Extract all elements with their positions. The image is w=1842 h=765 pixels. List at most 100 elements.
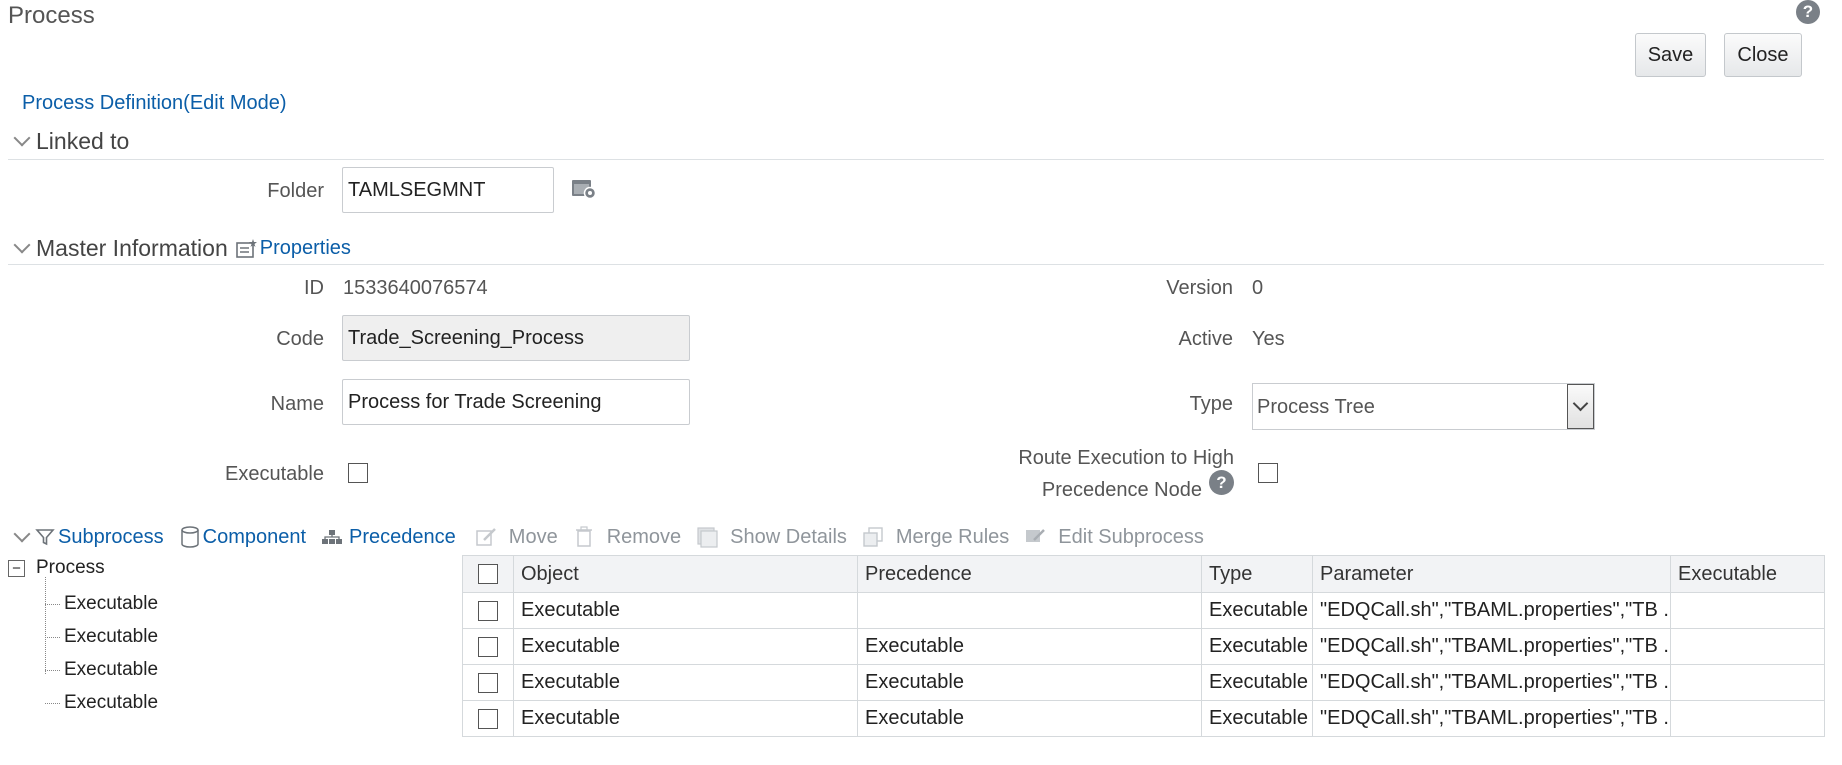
column-header-object[interactable]: Object xyxy=(513,555,858,593)
cell-executable xyxy=(1670,700,1825,737)
details-icon xyxy=(696,526,718,548)
page-title: Process xyxy=(8,2,95,29)
type-select-value: Process Tree xyxy=(1257,396,1375,418)
subprocess-table: Object Precedence Type Parameter Executa… xyxy=(462,555,1825,737)
cell-executable xyxy=(1670,592,1825,629)
code-field: Trade_Screening_Process xyxy=(342,315,690,361)
folder-browse-icon[interactable] xyxy=(571,177,597,206)
code-label: Code xyxy=(276,328,324,350)
id-value: 1533640076574 xyxy=(343,277,488,299)
component-icon xyxy=(179,526,201,548)
edit-subprocess-button[interactable]: Edit Subprocess xyxy=(1024,526,1204,549)
column-header-type[interactable]: Type xyxy=(1201,555,1313,593)
cell-type: Executable xyxy=(1201,628,1313,665)
cell-parameter: "EDQCall.sh","TBAML.properties","TB ... xyxy=(1312,628,1671,665)
table-row[interactable]: Executable Executable Executable "EDQCal… xyxy=(462,628,1825,665)
edit-subprocess-label: Edit Subprocess xyxy=(1058,525,1204,548)
tree-connector xyxy=(45,670,60,671)
component-button[interactable]: Component xyxy=(179,526,306,549)
collapse-icon[interactable]: − xyxy=(8,559,25,577)
executable-checkbox[interactable] xyxy=(348,463,368,483)
cell-parameter: "EDQCall.sh","TBAML.properties","TB ... xyxy=(1312,700,1671,737)
route-execution-label-line2: Precedence Node xyxy=(1041,479,1202,501)
move-label: Move xyxy=(508,525,558,548)
route-execution-label-line1: Route Execution to High xyxy=(1018,447,1234,469)
tree-root-node[interactable]: − Process xyxy=(8,557,105,579)
cell-type: Executable xyxy=(1201,700,1313,737)
filter-icon xyxy=(34,526,56,548)
help-icon[interactable]: ? xyxy=(1209,470,1234,495)
table-row[interactable]: Executable Executable "EDQCall.sh","TBAM… xyxy=(462,592,1825,629)
name-field[interactable]: Process for Trade Screening xyxy=(342,379,690,425)
show-details-label: Show Details xyxy=(730,525,847,548)
process-definition-link[interactable]: Process Definition(Edit Mode) xyxy=(22,92,287,115)
column-header-executable[interactable]: Executable xyxy=(1670,555,1825,593)
divider xyxy=(8,159,1824,160)
table-header-row: Object Precedence Type Parameter Executa… xyxy=(462,555,1825,593)
cell-precedence: Executable xyxy=(857,628,1202,665)
cell-type: Executable xyxy=(1201,592,1313,629)
row-select-cell xyxy=(462,664,514,701)
merge-rules-label: Merge Rules xyxy=(895,525,1010,548)
column-header-precedence[interactable]: Precedence xyxy=(857,555,1202,593)
cell-precedence xyxy=(857,592,1202,629)
move-button[interactable]: Move xyxy=(475,526,558,549)
cell-precedence: Executable xyxy=(857,664,1202,701)
tree-node-executable[interactable]: Executable xyxy=(64,692,158,714)
properties-link[interactable]: Properties xyxy=(260,237,351,260)
show-details-button[interactable]: Show Details xyxy=(696,526,847,549)
tree-root-label: Process xyxy=(36,557,105,578)
linked-to-section-header[interactable]: Linked to xyxy=(13,128,130,155)
remove-button[interactable]: Remove xyxy=(573,526,681,549)
tree-node-executable[interactable]: Executable xyxy=(64,626,158,648)
close-button[interactable]: Close xyxy=(1724,33,1802,77)
master-information-title: Master Information xyxy=(36,235,228,261)
cell-executable xyxy=(1670,628,1825,665)
folder-field[interactable]: TAMLSEGMNT xyxy=(342,167,554,213)
remove-label: Remove xyxy=(606,525,682,548)
precedence-button[interactable]: Precedence xyxy=(321,526,456,549)
subprocess-label: Subprocess xyxy=(58,525,164,548)
route-execution-checkbox[interactable] xyxy=(1258,463,1278,483)
cell-precedence: Executable xyxy=(857,700,1202,737)
cell-object: Executable xyxy=(513,700,858,737)
master-information-section-header[interactable]: Master Information Properties xyxy=(13,235,351,262)
table-row[interactable]: Executable Executable Executable "EDQCal… xyxy=(462,700,1825,737)
tree-connector xyxy=(45,577,46,674)
tree-connector xyxy=(45,604,60,605)
properties-icon[interactable] xyxy=(235,238,258,260)
precedence-icon xyxy=(321,526,343,548)
chevron-down-icon[interactable] xyxy=(13,525,31,543)
chevron-down-icon xyxy=(13,129,31,146)
merge-rules-button[interactable]: Merge Rules xyxy=(862,526,1009,549)
type-select[interactable]: Process Tree xyxy=(1252,383,1595,430)
cell-parameter: "EDQCall.sh","TBAML.properties","TB ... xyxy=(1312,664,1671,701)
tree-connector xyxy=(45,637,60,638)
executable-label: Executable xyxy=(225,463,324,485)
column-header-parameter[interactable]: Parameter xyxy=(1312,555,1671,593)
help-icon[interactable]: ? xyxy=(1796,0,1820,24)
active-label: Active xyxy=(1178,328,1233,350)
chevron-down-icon[interactable] xyxy=(1567,384,1594,429)
row-select-cell xyxy=(462,592,514,629)
tree-node-executable[interactable]: Executable xyxy=(64,593,158,615)
row-checkbox[interactable] xyxy=(478,636,498,657)
tree-connector xyxy=(45,703,60,704)
row-checkbox[interactable] xyxy=(478,672,498,693)
row-checkbox[interactable] xyxy=(478,600,498,621)
table-row[interactable]: Executable Executable Executable "EDQCal… xyxy=(462,664,1825,701)
row-select-cell xyxy=(462,628,514,665)
version-label: Version xyxy=(1166,277,1233,299)
select-all-checkbox[interactable] xyxy=(478,564,498,585)
row-checkbox[interactable] xyxy=(478,708,498,729)
save-button[interactable]: Save xyxy=(1635,33,1706,77)
precedence-label: Precedence xyxy=(349,525,456,548)
linked-to-title: Linked to xyxy=(36,128,130,154)
component-label: Component xyxy=(202,525,307,548)
folder-label: Folder xyxy=(267,180,324,202)
cell-object: Executable xyxy=(513,664,858,701)
subprocess-button[interactable]: Subprocess xyxy=(34,526,164,549)
edit-subprocess-icon xyxy=(1024,526,1046,548)
cell-executable xyxy=(1670,664,1825,701)
tree-node-executable[interactable]: Executable xyxy=(64,659,158,681)
